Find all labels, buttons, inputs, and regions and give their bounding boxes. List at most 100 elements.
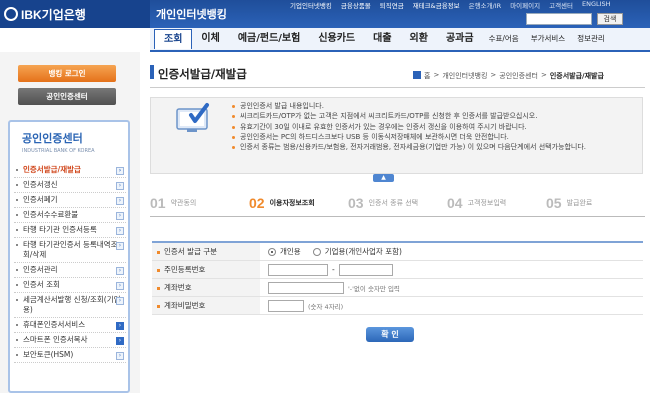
tab-credit-card[interactable]: 신용카드: [309, 29, 364, 49]
arrow-icon: ›: [116, 337, 124, 345]
tab-deposit-fund[interactable]: 예금/펀드/보험: [229, 29, 310, 49]
account-number-label: 계좌번호: [164, 283, 192, 292]
tab-check[interactable]: 수표/어음: [483, 29, 525, 49]
collapse-button[interactable]: ▲: [373, 174, 394, 182]
step-4: 04 고객정보입력: [447, 194, 507, 211]
bullet-icon: [16, 229, 18, 231]
bullet-icon: [16, 269, 18, 271]
bullet-icon: [16, 354, 18, 356]
title-marker: [150, 65, 154, 79]
top-link[interactable]: ENGLISH: [582, 0, 611, 11]
tab-transfer[interactable]: 이체: [192, 29, 228, 49]
banking-login-button[interactable]: 뱅킹 로그인: [18, 65, 116, 82]
sidebar-item-label: 인증서갱신: [23, 180, 58, 189]
form-row-account-password: 계좌비밀번호 (숫자 4자리): [152, 297, 643, 315]
sidebar-item-label: 보안토큰(HSM): [23, 350, 74, 359]
tab-info-manage[interactable]: 정보관리: [571, 29, 611, 49]
arrow-icon: ›: [116, 227, 124, 235]
search-button[interactable]: 검색: [597, 13, 623, 25]
resident-number-label: 주민등록번호: [164, 265, 206, 274]
form-row-resident-number: 주민등록번호 -: [152, 261, 643, 279]
bullet-icon: [16, 299, 18, 301]
page-title: 인증서발급/재발급: [158, 67, 247, 81]
sidebar-item-label: 스마트폰 인증서복사: [23, 335, 88, 344]
sidebar-item-hsm[interactable]: 보안토큰(HSM) ›: [14, 348, 126, 363]
bullet-icon: [16, 339, 18, 341]
sidebar-item-revoke[interactable]: 인증서폐기 ›: [14, 193, 126, 208]
search-input[interactable]: [526, 13, 592, 25]
main-nav: 조회 이체 예금/펀드/보험 신용카드 대출 외환 공과금 수표/어음 부가서비…: [150, 28, 650, 52]
sidebar-item-mobile-cert[interactable]: 휴대폰인증서서비스 ›: [14, 318, 126, 333]
tab-utility-bill[interactable]: 공과금: [437, 29, 483, 49]
top-link[interactable]: 금융상품몰: [341, 0, 371, 11]
bullet-icon: [157, 269, 160, 272]
sidebar-item-manage[interactable]: 인증서관리 ›: [14, 263, 126, 278]
account-password-input[interactable]: [268, 299, 304, 312]
confirm-button[interactable]: 확 인: [366, 327, 414, 342]
sidebar-item-label: 타행 타기관 인증서등록: [23, 225, 97, 234]
sidebar-item-label: 휴대폰인증서서비스: [23, 320, 86, 329]
sidebar-item-issue[interactable]: 인증서발급/재발급 ›: [14, 163, 126, 178]
radio-personal-label[interactable]: 개인용: [280, 246, 301, 257]
breadcrumb-item[interactable]: 공인인증센터: [499, 71, 538, 81]
tab-inquiry[interactable]: 조회: [154, 29, 193, 49]
radio-business[interactable]: [312, 247, 321, 256]
local-nav-subheading: INDUSTRIAL BANK OF KOREA: [22, 148, 95, 154]
radio-business-label[interactable]: 기업용(개인사업자 포함): [325, 246, 402, 257]
monitor-check-icon: [173, 101, 213, 135]
top-link[interactable]: 은행소개/IR: [469, 0, 502, 11]
bullet-icon: [16, 199, 18, 201]
cert-type-label: 인증서 발급 구분: [164, 247, 218, 256]
arrow-icon: ›: [116, 282, 124, 290]
bullet-icon: [16, 169, 18, 171]
service-title[interactable]: 개인인터넷뱅킹: [156, 6, 227, 22]
bullet-icon: [157, 287, 160, 290]
sidebar-item-label: 인증서폐기: [23, 195, 58, 204]
local-nav-list: 인증서발급/재발급 › 인증서갱신 › 인증서폐기 › 인증서수수료환불 › 타행 타기…: [14, 163, 126, 363]
account-number-input[interactable]: [268, 281, 344, 294]
bullet-icon: [16, 284, 18, 286]
tab-loan[interactable]: 대출: [364, 29, 400, 49]
arrow-icon: ›: [116, 212, 124, 220]
breadcrumb-item[interactable]: 개인인터넷뱅킹: [442, 71, 487, 81]
info-item: 유효기간이 30일 이내로 유효한 인증서가 있는 경우에는 인증서 갱신을 이…: [230, 122, 638, 132]
sidebar-item-smartphone-copy[interactable]: 스마트폰 인증서복사 ›: [14, 333, 126, 348]
arrow-icon: ›: [116, 167, 124, 175]
sidebar-item-refund[interactable]: 인증서수수료환불 ›: [14, 208, 126, 223]
home-icon[interactable]: [413, 71, 421, 79]
sidebar-item-other-list[interactable]: 타행 타기관인증서 등록내역조회/삭제 ›: [14, 238, 126, 263]
top-link[interactable]: 마이페이지: [510, 0, 540, 11]
top-link[interactable]: 기업인터넷뱅킹: [290, 0, 332, 11]
arrow-icon: ›: [116, 297, 124, 305]
bullet-icon: [16, 214, 18, 216]
arrow-icon: ›: [116, 352, 124, 360]
bullet-icon: [232, 125, 235, 129]
sidebar-item-lookup[interactable]: 인증서 조회 ›: [14, 278, 126, 293]
account-password-label: 계좌비밀번호: [164, 301, 206, 310]
bullet-icon: [232, 146, 235, 150]
arrow-icon: ›: [116, 182, 124, 190]
ibk-logo[interactable]: IBK기업은행: [0, 0, 150, 28]
sidebar-item-other-register[interactable]: 타행 타기관 인증서등록 ›: [14, 223, 126, 238]
top-link[interactable]: 퇴직연금: [380, 0, 404, 11]
tab-extra-service[interactable]: 부가서비스: [525, 29, 572, 49]
top-links: 기업인터넷뱅킹 금융상품몰 퇴직연금 재테크&금융정보 은행소개/IR 마이페이…: [290, 0, 611, 11]
sidebar-item-tax-invoice[interactable]: 세금계산서발행 신청/조회(기업용) ›: [14, 293, 126, 318]
info-item: 공인인증서는 PC의 하드디스크보다 USB 등 이동식저장매체에 보관하시면 …: [230, 132, 638, 142]
info-list: 공인인증서 발급 내용입니다. 씨크리트카드/OTP가 없는 고객은 지점에서 …: [230, 101, 638, 152]
logo-text: IBK기업은행: [21, 7, 86, 22]
sidebar-item-renew[interactable]: 인증서갱신 ›: [14, 178, 126, 193]
resident-number-back-input[interactable]: [338, 263, 393, 276]
tab-forex[interactable]: 외환: [401, 29, 437, 49]
arrow-icon: ›: [116, 267, 124, 275]
step-2-current: 02 이용자정보조회: [249, 194, 315, 211]
top-link[interactable]: 재테크&금융정보: [413, 0, 460, 11]
top-link[interactable]: 고객센터: [549, 0, 573, 11]
cert-center-button[interactable]: 공인인증센터: [18, 88, 116, 105]
info-item: 공인인증서 발급 내용입니다.: [230, 101, 638, 111]
sidebar-item-label: 세금계산서발행 신청/조회(기업용): [23, 295, 121, 314]
breadcrumb-item[interactable]: 홈: [424, 71, 430, 81]
resident-number-front-input[interactable]: [268, 263, 328, 276]
ibk-logo-icon: [4, 7, 18, 21]
radio-personal[interactable]: [268, 247, 276, 256]
